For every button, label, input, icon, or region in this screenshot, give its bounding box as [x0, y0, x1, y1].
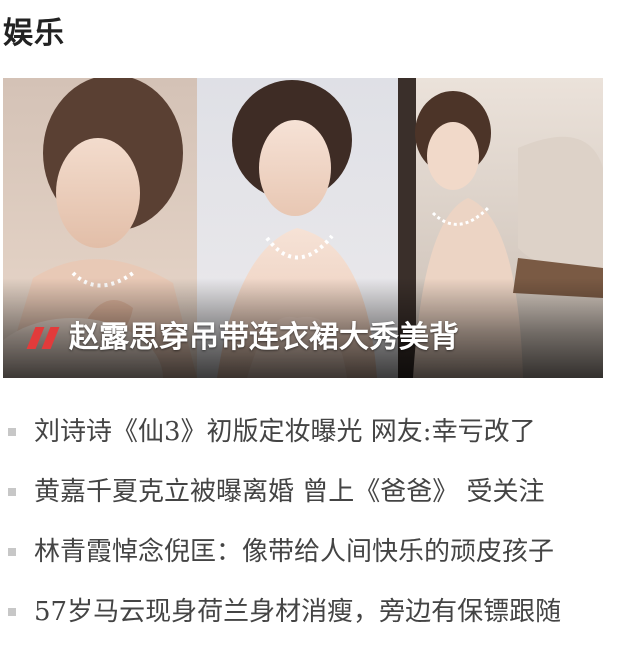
section-title: 娱乐 [3, 16, 65, 51]
news-link[interactable]: 刘诗诗《仙3》初版定妆曝光 网友:幸亏改了 [34, 412, 536, 452]
bullet-square-icon [8, 428, 16, 436]
bullet-square-icon [8, 488, 16, 496]
quote-mark-icon [26, 327, 60, 349]
featured-headline[interactable]: 赵露思穿吊带连衣裙大秀美背 [69, 318, 459, 358]
news-list-item[interactable]: 刘诗诗《仙3》初版定妆曝光 网友:幸亏改了 [0, 400, 620, 460]
news-list-item[interactable]: 57岁马云现身荷兰身材消瘦，旁边有保镖跟随 [0, 580, 620, 640]
news-list: 刘诗诗《仙3》初版定妆曝光 网友:幸亏改了 黄嘉千夏克立被曝离婚 曾上《爸爸》 … [0, 400, 620, 640]
news-list-item[interactable]: 黄嘉千夏克立被曝离婚 曾上《爸爸》 受关注 [0, 460, 620, 520]
featured-story-card[interactable]: 赵露思穿吊带连衣裙大秀美背 [3, 78, 603, 378]
news-link[interactable]: 57岁马云现身荷兰身材消瘦，旁边有保镖跟随 [34, 592, 561, 632]
bullet-square-icon [8, 608, 16, 616]
bullet-square-icon [8, 548, 16, 556]
news-link[interactable]: 黄嘉千夏克立被曝离婚 曾上《爸爸》 受关注 [34, 472, 545, 512]
news-list-item[interactable]: 林青霞悼念倪匡：像带给人间快乐的顽皮孩子 [0, 520, 620, 580]
news-link[interactable]: 林青霞悼念倪匡：像带给人间快乐的顽皮孩子 [34, 532, 554, 572]
featured-caption[interactable]: 赵露思穿吊带连衣裙大秀美背 [26, 318, 459, 358]
